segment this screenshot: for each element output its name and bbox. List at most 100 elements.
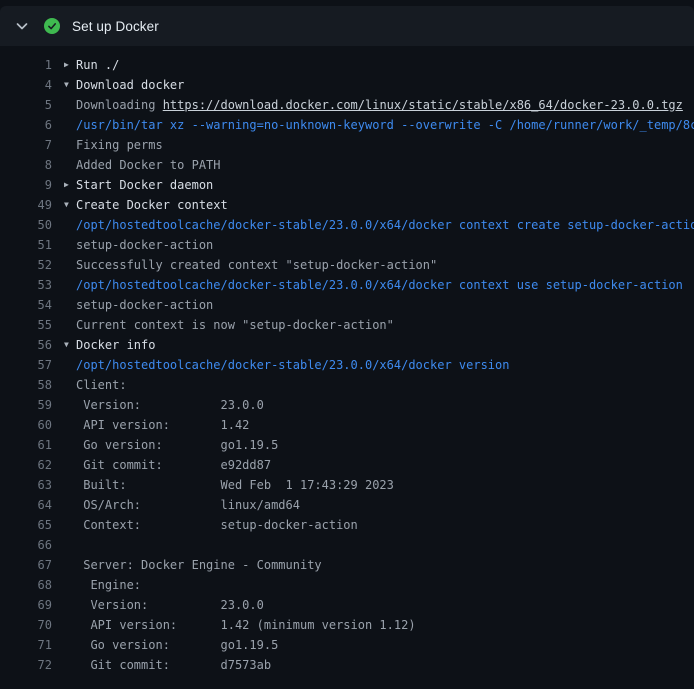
line-number[interactable]: 53	[0, 275, 52, 295]
marker-spacer	[64, 275, 76, 295]
triangle-right-icon[interactable]: ▶	[64, 175, 76, 195]
log-text: Git commit: d7573ab	[76, 655, 271, 675]
line-number[interactable]: 6	[0, 115, 52, 135]
line-number[interactable]: 4	[0, 75, 52, 95]
log-line: 62 Git commit: e92dd87	[0, 455, 694, 475]
marker-spacer	[64, 635, 76, 655]
log-text: Start Docker daemon	[76, 175, 213, 195]
line-number[interactable]: 7	[0, 135, 52, 155]
triangle-right-icon[interactable]: ▶	[64, 55, 76, 75]
log-text: Git commit: e92dd87	[76, 455, 271, 475]
line-number[interactable]: 57	[0, 355, 52, 375]
log-line: 70 API version: 1.42 (minimum version 1.…	[0, 615, 694, 635]
log-text: Create Docker context	[76, 195, 228, 215]
log-text: setup-docker-action	[76, 295, 213, 315]
step-header[interactable]: Set up Docker	[0, 6, 694, 46]
marker-spacer	[64, 575, 76, 595]
log-line: 55 Current context is now "setup-docker-a…	[0, 315, 694, 335]
triangle-down-icon[interactable]: ▼	[64, 335, 76, 355]
actions-log-viewer: Set up Docker 1▶Run ./4▼Download docker5…	[0, 6, 694, 689]
log-line: 60 API version: 1.42	[0, 415, 694, 435]
log-text: Go version: go1.19.5	[76, 635, 278, 655]
log-text: /opt/hostedtoolcache/docker-stable/23.0.…	[76, 355, 509, 375]
line-number[interactable]: 65	[0, 515, 52, 535]
log-line: 57/opt/hostedtoolcache/docker-stable/23.…	[0, 355, 694, 375]
line-number[interactable]: 54	[0, 295, 52, 315]
line-number[interactable]: 1	[0, 55, 52, 75]
log-text: /opt/hostedtoolcache/docker-stable/23.0.…	[76, 275, 683, 295]
log-line: 6/usr/bin/tar xz --warning=no-unknown-ke…	[0, 115, 694, 135]
log-group-line[interactable]: 4▼Download docker	[0, 75, 694, 95]
log-group-line[interactable]: 49 ▼Create Docker context	[0, 195, 694, 215]
line-number[interactable]: 5	[0, 95, 52, 115]
line-number[interactable]: 63	[0, 475, 52, 495]
marker-spacer	[64, 355, 76, 375]
line-number[interactable]: 64	[0, 495, 52, 515]
log-group-line[interactable]: 56▼Docker info	[0, 335, 694, 355]
line-number[interactable]: 68	[0, 575, 52, 595]
log-line: 69 Version: 23.0.0	[0, 595, 694, 615]
log-text: Run ./	[76, 55, 119, 75]
log-line: 53/opt/hostedtoolcache/docker-stable/23.…	[0, 275, 694, 295]
log-line: 71 Go version: go1.19.5	[0, 635, 694, 655]
log-group-line[interactable]: 1 ▶Run ./	[0, 55, 694, 75]
marker-spacer	[64, 395, 76, 415]
line-number[interactable]: 52	[0, 255, 52, 275]
marker-spacer	[64, 475, 76, 495]
line-number[interactable]: 51	[0, 235, 52, 255]
marker-spacer	[64, 155, 76, 175]
line-number[interactable]: 55	[0, 315, 52, 335]
log-line: 50/opt/hostedtoolcache/docker-stable/23.…	[0, 215, 694, 235]
log-text: Context: setup-docker-action	[76, 515, 358, 535]
log-text: Current context is now "setup-docker-act…	[76, 315, 394, 335]
log-link[interactable]: https://download.docker.com/linux/static…	[163, 98, 683, 112]
line-number[interactable]: 62	[0, 455, 52, 475]
log-line: 67 Server: Docker Engine - Community	[0, 555, 694, 575]
log-text: Server: Docker Engine - Community	[76, 555, 322, 575]
marker-spacer	[64, 295, 76, 315]
line-number[interactable]: 71	[0, 635, 52, 655]
log-line: 54 setup-docker-action	[0, 295, 694, 315]
line-number[interactable]: 60	[0, 415, 52, 435]
triangle-down-icon[interactable]: ▼	[64, 195, 76, 215]
marker-spacer	[64, 495, 76, 515]
line-number[interactable]: 49	[0, 195, 52, 215]
log-line: 72 Git commit: d7573ab	[0, 655, 694, 675]
line-number[interactable]: 58	[0, 375, 52, 395]
line-number[interactable]: 50	[0, 215, 52, 235]
marker-spacer	[64, 595, 76, 615]
log-text: Downloading https://download.docker.com/…	[76, 95, 683, 115]
line-number[interactable]: 69	[0, 595, 52, 615]
line-number[interactable]: 70	[0, 615, 52, 635]
marker-spacer	[64, 415, 76, 435]
line-number[interactable]: 8	[0, 155, 52, 175]
log-text: Added Docker to PATH	[76, 155, 221, 175]
log-line: 5 Downloading https://download.docker.com…	[0, 95, 694, 115]
log-text: Built: Wed Feb 1 17:43:29 2023	[76, 475, 394, 495]
check-circle-icon	[44, 18, 60, 34]
log-area[interactable]: 1▶Run ./4▼Download docker5Downloading ht…	[0, 46, 694, 675]
log-line: 51setup-docker-action	[0, 235, 694, 255]
marker-spacer	[64, 655, 76, 675]
log-text: Successfully created context "setup-dock…	[76, 255, 437, 275]
log-group-line[interactable]: 9 ▶Start Docker daemon	[0, 175, 694, 195]
triangle-down-icon[interactable]: ▼	[64, 75, 76, 95]
line-number[interactable]: 66	[0, 535, 52, 555]
marker-spacer	[64, 555, 76, 575]
log-line: 58 Client:	[0, 375, 694, 395]
marker-spacer	[64, 115, 76, 135]
line-number[interactable]: 72	[0, 655, 52, 675]
log-text: /usr/bin/tar xz --warning=no-unknown-key…	[76, 115, 694, 135]
log-text-prefix: Downloading	[76, 98, 163, 112]
log-line: 64 OS/Arch: linux/amd64	[0, 495, 694, 515]
line-number[interactable]: 61	[0, 435, 52, 455]
marker-spacer	[64, 535, 76, 555]
marker-spacer	[64, 255, 76, 275]
log-text: Client:	[76, 375, 127, 395]
log-line: 65 Context: setup-docker-action	[0, 515, 694, 535]
line-number[interactable]: 59	[0, 395, 52, 415]
line-number[interactable]: 9	[0, 175, 52, 195]
chevron-down-icon[interactable]	[14, 18, 30, 34]
line-number[interactable]: 67	[0, 555, 52, 575]
line-number[interactable]: 56	[0, 335, 52, 355]
